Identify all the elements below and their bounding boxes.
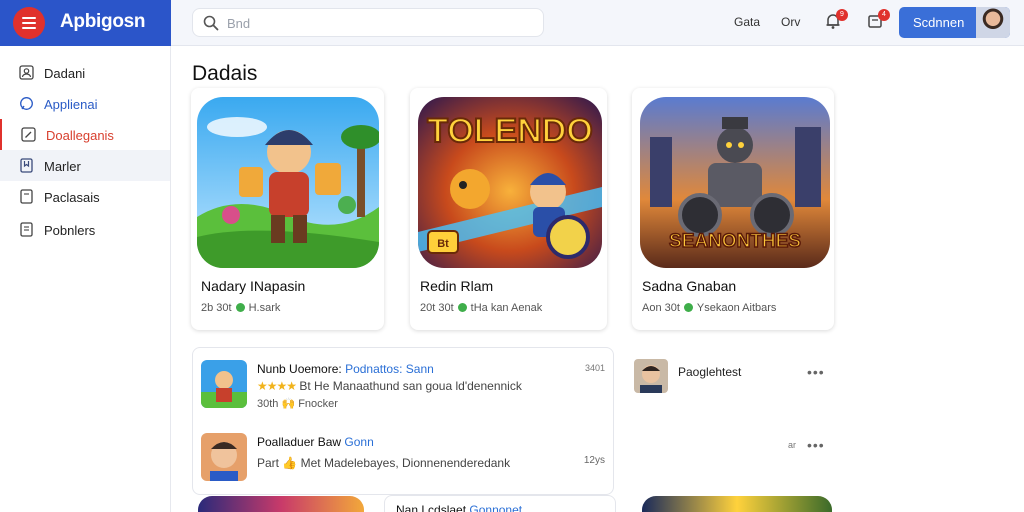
menu-icon [22,17,36,19]
list-item-subtitle: ★★★★ Bt He Manaathund san goua ld'denenn… [257,379,522,393]
list-item-time: 3401 [584,363,605,373]
list-item[interactable]: Nunb Uoemore: Podnattos: Sann ★★★★ Bt He… [201,360,609,412]
game-art-image: SEANONTHES [640,97,830,268]
sidebar-item-2[interactable]: Applienai [0,88,170,119]
sidebar-item-label: Doalleganis [46,128,114,143]
more-options-button[interactable]: ••• [807,437,825,453]
document-icon [20,189,33,204]
game-title[interactable]: Redin Rlam [420,278,493,294]
game-title[interactable]: Nadary INapasin [201,278,305,294]
list-item-time: 12ys [583,455,605,466]
top-link-1[interactable]: Gata [734,15,760,29]
sidebar-item-4[interactable]: Marler [0,150,170,181]
apps-icon [20,97,33,110]
game-art-text: SEANONTHES [669,231,801,252]
rating-dot-icon [235,303,245,312]
list-item-subtitle: Part 👍 Met Madelebayes, Dionnenenderedan… [257,456,511,470]
sidebar-item-label: Dadani [44,66,86,81]
sidebar-item-label: Pobnlers [44,223,96,238]
hamburger-menu-button[interactable] [13,7,45,39]
bookmark-icon [20,158,33,173]
side-item-thumbnail[interactable] [634,359,668,393]
list-item-thumbnail[interactable] [201,360,247,408]
rating-dot-icon [457,303,467,312]
peek-title[interactable]: Nan Lcdslaet Gonnonet [396,503,522,512]
game-artwork-1[interactable] [197,97,379,268]
list-icon [20,222,33,237]
sidebar-item-1[interactable]: Dadani [0,57,170,88]
messages-badge: 4 [878,9,890,21]
brand-area: Apbigosn [0,0,171,46]
sidebar-item-label: Paclasais [44,190,100,205]
game-art-badge: Bt [437,238,449,250]
game-card-peek[interactable] [198,496,364,512]
game-artwork-2[interactable]: TOLENDO Bt [418,97,602,268]
list-item-meta: 30th 🙌 Fnocker [257,398,338,410]
sidebar-item-3[interactable]: Doalleganis [0,119,170,150]
top-link-2[interactable]: Orv [781,15,800,29]
page-title: Dadais [192,62,258,85]
side-item-name[interactable]: Paoglehtest [678,365,741,379]
edit-icon [21,127,36,142]
game-list-panel: Nunb Uoemore: Podnattos: Sann ★★★★ Bt He… [192,347,614,495]
game-card-2[interactable]: TOLENDO Bt Redin Rlam 20t 30t tHa kan Aen… [410,88,607,330]
notification-badge: 9 [836,9,848,21]
game-card-1[interactable]: Nadary INapasin 2b 30t H.sark [191,88,384,330]
game-title[interactable]: Sadna Gnaban [642,278,736,294]
game-art-text: TOLENDO [427,112,593,150]
top-bar: Apbigosn Gata Orv 9 4 Scdnnen [0,0,1024,46]
app-name[interactable]: Apbigosn [60,11,146,33]
more-options-button[interactable]: ••• [807,364,825,380]
side-item-time: ar [788,440,797,450]
list-item-thumbnail[interactable] [201,433,247,481]
game-meta: 20t 30t tHa kan Aenak [420,302,543,314]
user-avatar[interactable] [976,7,1010,38]
search-input[interactable] [227,14,527,32]
sidebar-item-label: Applienai [44,97,98,112]
sidebar: Dadani Applienai Doalleganis Marler Pacl… [0,46,171,512]
list-item-title[interactable]: Poalladuer Baw Gonn [257,435,374,449]
rating-dot-icon [683,303,693,312]
game-card-3[interactable]: SEANONTHES Sadna Gnaban Aon 30t Ysekaon A… [632,88,834,330]
sidebar-item-5[interactable]: Paclasais [0,181,170,212]
sign-in-label: Scdnnen [913,15,965,30]
side-list-item[interactable]: Paoglehtest [634,359,834,393]
game-card-peek[interactable] [642,496,832,512]
search-icon [203,15,219,31]
game-artwork-3[interactable]: SEANONTHES [640,97,830,268]
list-item-title[interactable]: Nunb Uoemore: Podnattos: Sann [257,362,434,376]
rating-stars: ★★★★ [257,379,297,393]
game-meta: Aon 30t Ysekaon Aitbars [642,302,777,314]
list-item[interactable]: Poalladuer Baw Gonn Part 👍 Met Madelebay… [201,433,609,485]
notifications-button[interactable]: 9 [824,9,848,30]
game-art-image: TOLENDO Bt [418,97,602,268]
sign-in-button[interactable]: Scdnnen [899,7,1010,38]
sidebar-item-6[interactable]: Pobnlers [0,214,170,245]
game-meta: 2b 30t H.sark [201,302,281,314]
account-icon [19,65,34,80]
sidebar-item-label: Marler [44,159,81,174]
game-art-image [197,97,379,268]
messages-button[interactable]: 4 [866,9,890,30]
search-box[interactable] [192,8,544,37]
